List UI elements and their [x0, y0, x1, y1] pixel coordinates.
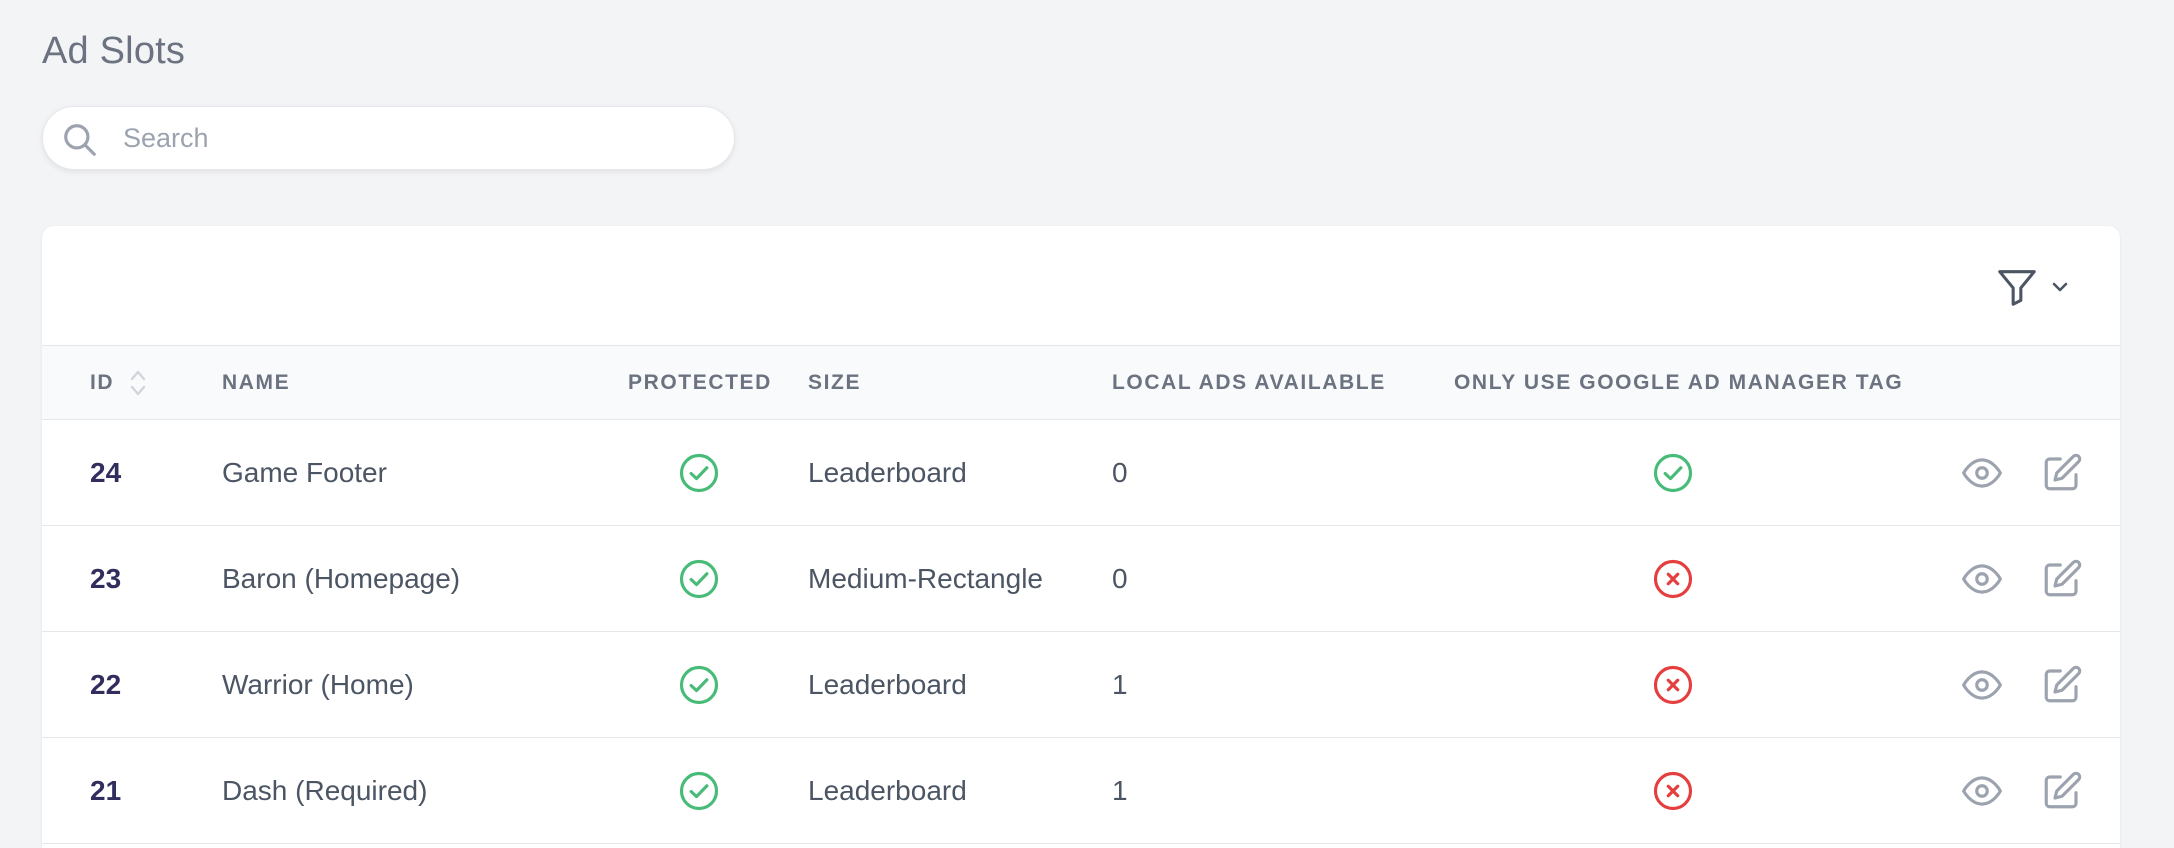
filter-dropdown-button[interactable] [1994, 262, 2084, 312]
row-id: 21 [90, 775, 122, 806]
column-header-size: SIZE [808, 371, 862, 394]
eye-icon[interactable] [1960, 664, 2004, 706]
row-local-ads: 0 [1112, 563, 1128, 594]
row-local-ads: 1 [1112, 669, 1128, 700]
edit-icon[interactable] [2040, 452, 2084, 494]
row-local-ads: 0 [1112, 457, 1128, 488]
search-icon [64, 124, 96, 156]
search-box[interactable] [42, 106, 735, 170]
table-header: ID NAME PROTECTED SIZE LOCAL ADS AVAILAB… [42, 346, 2120, 420]
column-header-id[interactable]: ID [90, 346, 114, 420]
edit-icon[interactable] [2040, 664, 2084, 706]
x-circle-icon [1652, 664, 1694, 706]
row-id: 22 [90, 669, 122, 700]
page: Ad Slots ID NAME PROTE [0, 0, 2174, 848]
sort-icon[interactable] [128, 367, 148, 399]
edit-icon[interactable] [2040, 770, 2084, 812]
row-id: 23 [90, 563, 122, 594]
column-header-protected: PROTECTED [628, 371, 772, 394]
x-circle-icon [1652, 770, 1694, 812]
table-row: 21 Dash (Required) Leaderboard 1 [42, 738, 2120, 844]
row-name: Game Footer [222, 457, 387, 488]
row-size: Leaderboard [808, 669, 967, 700]
check-circle-icon [678, 770, 720, 812]
check-circle-icon [1652, 452, 1694, 494]
table-row: 23 Baron (Homepage) Medium-Rectangle 0 [42, 526, 2120, 632]
row-name: Warrior (Home) [222, 669, 414, 700]
check-circle-icon [678, 558, 720, 600]
search-input[interactable] [123, 107, 713, 169]
column-header-only-gam: ONLY USE GOOGLE AD MANAGER TAG [1454, 371, 1904, 394]
eye-icon[interactable] [1960, 770, 2004, 812]
column-header-local-ads: LOCAL ADS AVAILABLE [1112, 371, 1386, 394]
row-local-ads: 1 [1112, 775, 1128, 806]
column-header-name: NAME [222, 371, 291, 394]
eye-icon[interactable] [1960, 558, 2004, 600]
eye-icon[interactable] [1960, 452, 2004, 494]
row-name: Baron (Homepage) [222, 563, 461, 594]
row-id: 24 [90, 457, 122, 488]
row-size: Leaderboard [808, 457, 967, 488]
row-size: Leaderboard [808, 775, 967, 806]
x-circle-icon [1652, 558, 1694, 600]
chevron-down-icon [2052, 282, 2068, 292]
table-row: 22 Warrior (Home) Leaderboard 1 [42, 632, 2120, 738]
check-circle-icon [678, 664, 720, 706]
table-toolbar [42, 226, 2120, 346]
row-name: Dash (Required) [222, 775, 428, 806]
table-body: 24 Game Footer Leaderboard 0 23 Baron (H… [42, 420, 2120, 844]
table-row: 24 Game Footer Leaderboard 0 [42, 420, 2120, 526]
check-circle-icon [678, 452, 720, 494]
ad-slots-table-card: ID NAME PROTECTED SIZE LOCAL ADS AVAILAB… [42, 226, 2120, 848]
filter-icon [1998, 270, 2036, 306]
edit-icon[interactable] [2040, 558, 2084, 600]
row-size: Medium-Rectangle [808, 563, 1043, 594]
page-title: Ad Slots [42, 30, 186, 72]
